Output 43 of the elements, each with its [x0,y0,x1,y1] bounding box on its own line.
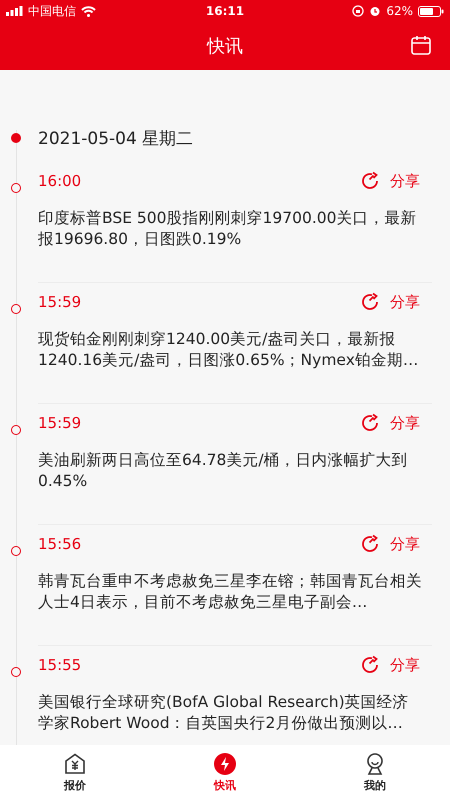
tab-button[interactable]: 我的 [325,745,425,800]
lightning-icon [214,752,236,774]
news-text: 美国银行全球研究(BofA Global Research)英国经济学家Robert Wood：自英国央行2月份做出预测以… [38,692,410,734]
share-button[interactable]: 分享 [360,655,420,675]
rotation-lock-icon [352,5,364,17]
news-text: 韩青瓦台重申不考虑赦免三星李在镕；韩国青瓦台相关人士4日表示，目前不考虑赦免三星电子副会… [38,571,423,613]
news-text: 美油刷新两日高位至64.78美元/桶，日内涨幅扩大到0.45% [38,450,409,492]
news-time: 15:56 [38,535,82,553]
calendar-icon[interactable] [411,35,431,55]
news-text: 现货铂金刚刚刺穿1240.00美元/盎司关口，最新报1240.16美元/盎司，日图涨0.65%；Nymex铂金期… [38,329,420,371]
timeline-marker [11,546,21,556]
share-icon [360,171,380,191]
battery-percent: 62% [386,4,413,18]
battery-icon [418,6,444,16]
timeline-marker [11,304,21,314]
news-time: 15:55 [38,656,82,674]
share-button[interactable]: 分享 [360,171,420,191]
timeline-dot [11,133,21,143]
news-time: 16:00 [38,172,82,190]
status-time: 16:11 [206,4,244,18]
share-button[interactable]: 分享 [360,292,420,312]
timeline-marker [11,425,21,435]
share-icon [360,292,380,312]
timeline-marker [11,183,21,193]
news-text: 印度标普BSE 500股指刚刚刺穿19700.00关口，最新报19696.80，日图跌0.19% [38,208,418,250]
signal-icon [6,6,23,16]
wifi-icon [81,6,96,16]
news-time: 15:59 [38,293,82,311]
price-tag-icon [64,752,86,774]
alarm-icon [369,5,382,17]
news-time: 15:59 [38,414,82,432]
share-button[interactable]: 分享 [360,534,420,554]
tab-button[interactable]: 快讯 [175,745,275,800]
carrier-name: 中国电信 [28,2,76,20]
share-icon [360,534,380,554]
share-icon [360,655,380,675]
date-label: 2021-05-04 星期二 [38,128,194,150]
timeline-marker [11,667,21,677]
tab-button[interactable]: 报价 [25,745,125,800]
person-icon [364,752,386,774]
page-title: 快讯 [207,35,243,58]
share-button[interactable]: 分享 [360,413,420,433]
share-icon [360,413,380,433]
